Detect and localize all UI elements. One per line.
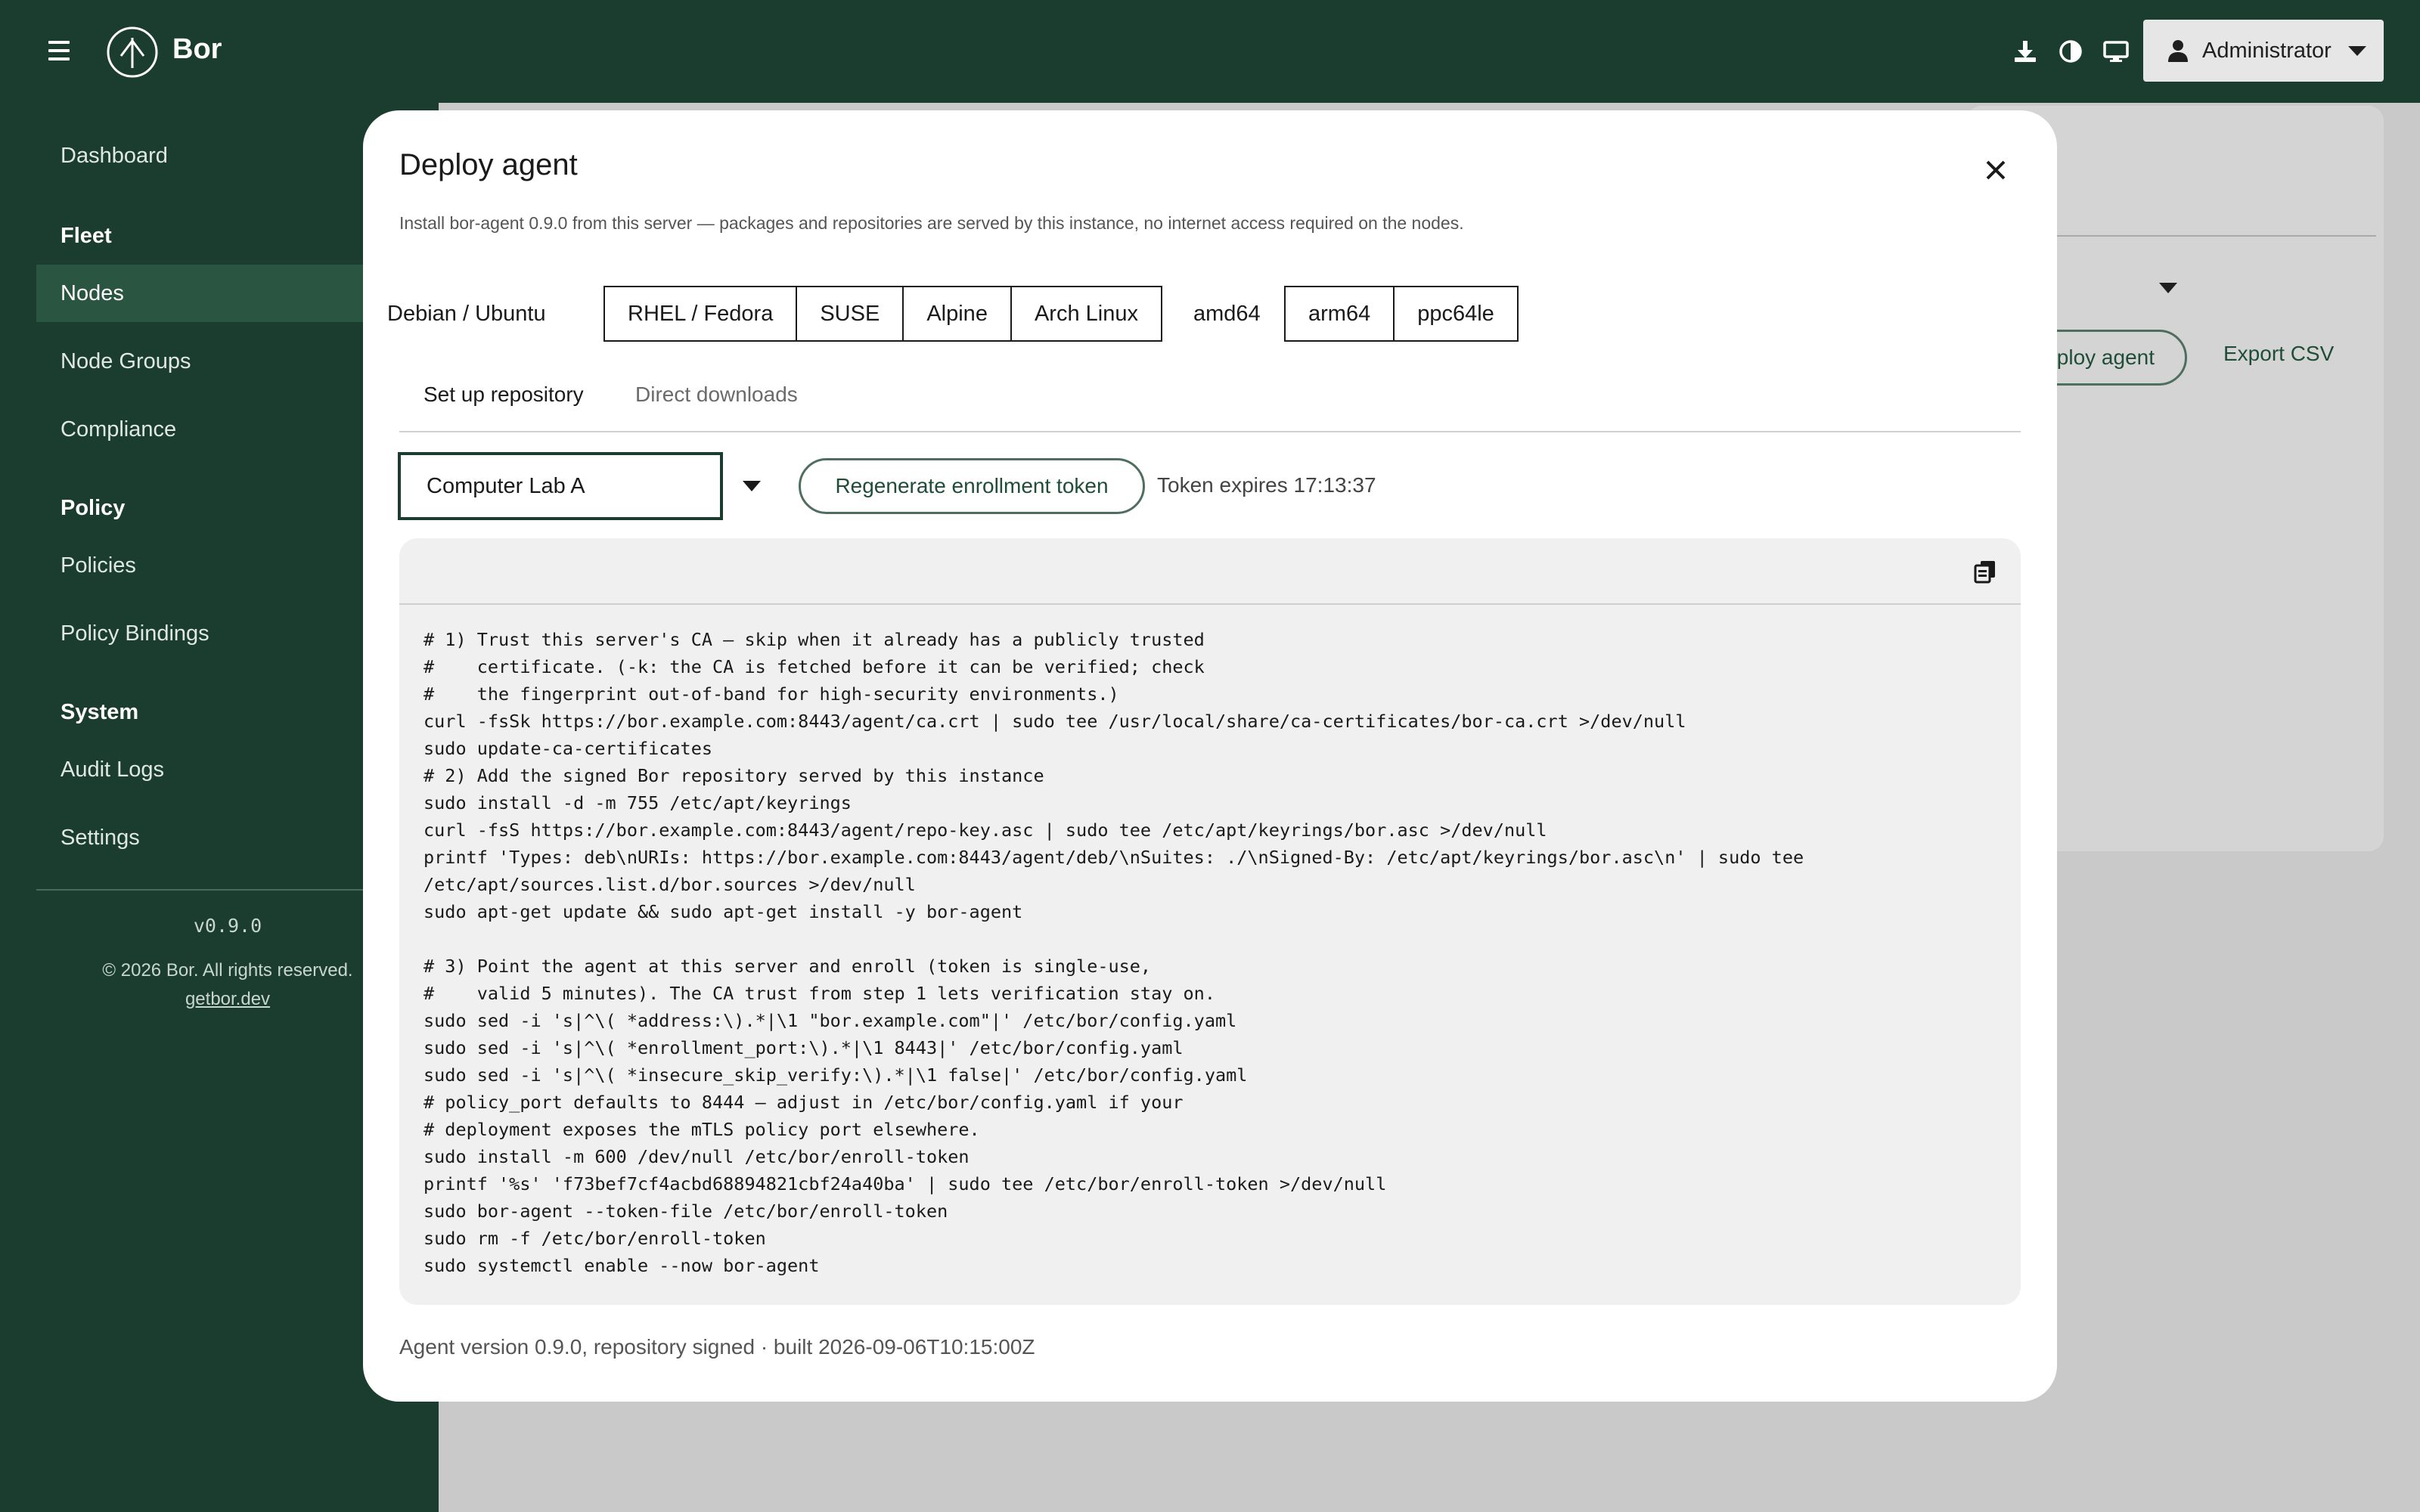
- close-icon[interactable]: [1983, 157, 2009, 183]
- modal-title: Deploy agent: [399, 148, 578, 181]
- arch-option-ppc64le[interactable]: ppc64le: [1395, 287, 1517, 340]
- os-option-rhel[interactable]: RHEL / Fedora: [605, 287, 798, 340]
- node-group-input[interactable]: [398, 452, 723, 520]
- nodes-card-divider: [2057, 235, 2376, 237]
- user-menu-label: Administrator: [2202, 38, 2332, 63]
- os-option-suse[interactable]: SUSE: [797, 287, 904, 340]
- token-expiry-text: Token expires 17:13:37: [1157, 473, 1376, 497]
- version-label: v0.9.0: [193, 915, 262, 937]
- website-link[interactable]: getbor.dev: [36, 989, 419, 1010]
- os-selector: RHEL / Fedora SUSE Alpine Arch Linux: [603, 286, 1162, 342]
- top-header: Bor Administrator: [0, 0, 2420, 103]
- menu-icon[interactable]: [48, 41, 70, 60]
- copyright-text: © 2026 Bor. All rights reserved.: [102, 960, 353, 981]
- bor-logo-icon: [107, 26, 158, 78]
- export-csv-button[interactable]: Export CSV: [2223, 342, 2334, 366]
- chevron-down-icon[interactable]: [743, 481, 761, 491]
- copy-icon[interactable]: [1974, 559, 1996, 584]
- chevron-down-icon: [2159, 283, 2177, 293]
- os-option-debian[interactable]: Debian / Ubuntu: [363, 286, 546, 342]
- agent-version-footer: Agent version 0.9.0, repository signed ·…: [399, 1335, 1035, 1359]
- regenerate-token-button[interactable]: Regenerate enrollment token: [799, 458, 1145, 514]
- arch-selector: arm64 ppc64le: [1284, 286, 1519, 342]
- chevron-down-icon: [2347, 45, 2366, 56]
- os-option-alpine[interactable]: Alpine: [904, 287, 1012, 340]
- contrast-icon[interactable]: [2057, 38, 2084, 65]
- tab-direct-downloads[interactable]: Direct downloads: [635, 383, 798, 407]
- os-option-arch[interactable]: Arch Linux: [1011, 287, 1161, 340]
- arch-option-arm64[interactable]: arm64: [1286, 287, 1395, 340]
- sidebar-section-system: System: [60, 700, 139, 724]
- user-icon: [2168, 40, 2188, 62]
- brand-name: Bor: [172, 33, 222, 65]
- deploy-agent-modal: Deploy agent Install bor-agent 0.9.0 fro…: [363, 110, 2057, 1402]
- code-toolbar: [399, 538, 2021, 605]
- sidebar-section-policy: Policy: [60, 496, 126, 520]
- download-icon[interactable]: [2012, 38, 2039, 65]
- sidebar-section-fleet: Fleet: [60, 224, 112, 248]
- install-script-text: # 1) Trust this server's CA — skip when …: [424, 629, 1804, 1276]
- install-script-block: # 1) Trust this server's CA — skip when …: [399, 538, 2021, 1305]
- arch-option-amd64[interactable]: amd64: [1169, 286, 1261, 342]
- user-menu-button[interactable]: Administrator: [2143, 20, 2384, 82]
- tab-set-up-repository[interactable]: Set up repository: [424, 383, 584, 407]
- modal-subtitle: Install bor-agent 0.9.0 from this server…: [399, 213, 1464, 233]
- tabs-divider: [399, 431, 2021, 432]
- monitor-icon[interactable]: [2102, 38, 2130, 65]
